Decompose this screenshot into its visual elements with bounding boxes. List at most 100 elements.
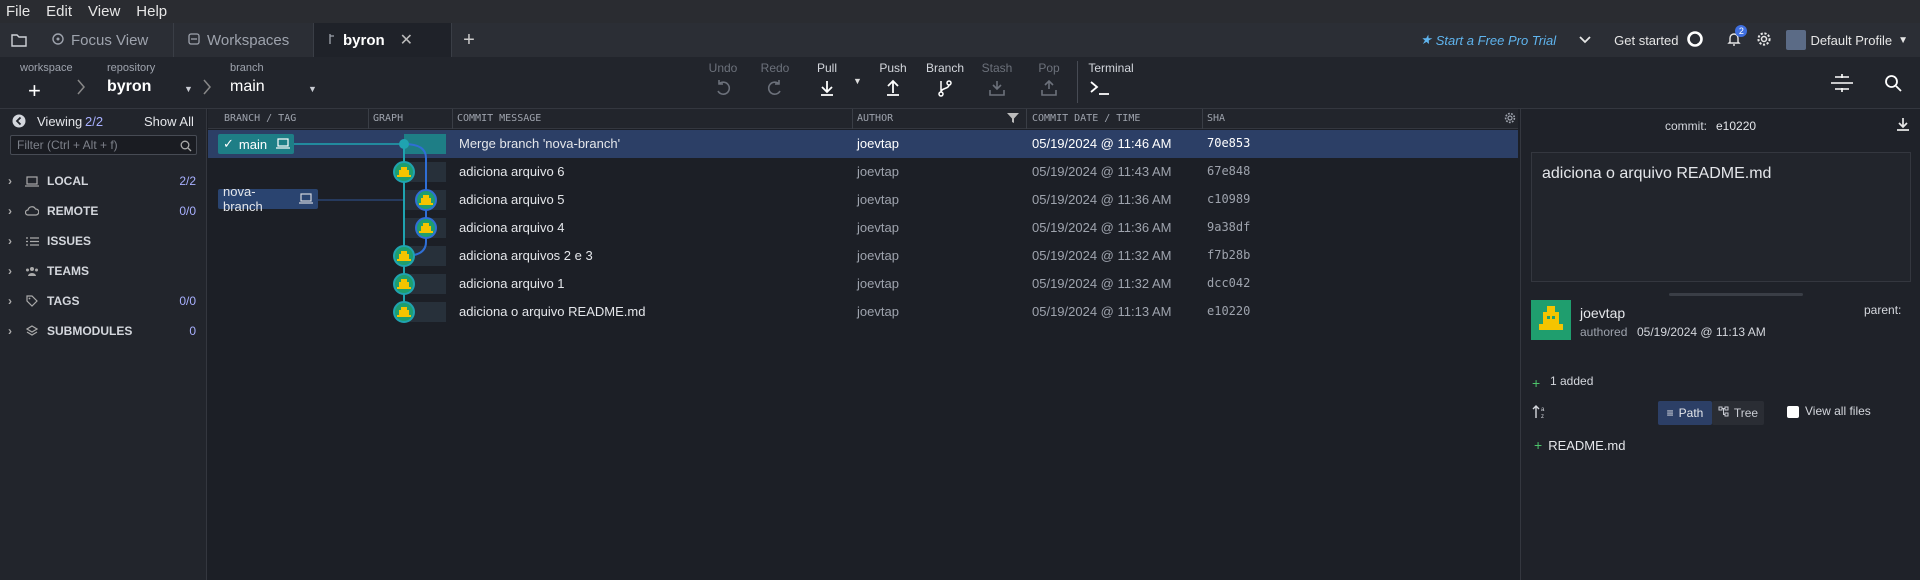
redo-button[interactable]: Redo [751,61,799,103]
sidebar-item-remote[interactable]: › REMOTE 0/0 [0,197,206,225]
tab-byron[interactable]: byron ✕ [314,23,452,57]
tab-label: Focus View [71,31,149,49]
column-author[interactable]: AUTHOR [857,113,893,124]
menu-bar: File Edit View Help [0,0,1920,23]
commit-date: 05/19/2024 @ 11:32 AM [1032,276,1172,291]
commit-author: joevtap [857,164,899,179]
commit-sha: dcc042 [1207,276,1251,290]
column-divider[interactable] [452,109,453,129]
pull-options-caret-icon[interactable]: ▼ [853,76,862,86]
branch-button[interactable]: Branch [921,61,969,103]
commit-message: adiciona arquivo 5 [459,192,565,207]
path-view-button[interactable]: ≡ Path [1658,401,1712,425]
sidebar-item-submodules[interactable]: › SUBMODULES 0 [0,317,206,345]
progress-ring-icon [1686,30,1704,51]
filter-input[interactable]: Filter (Ctrl + Alt + f) [10,135,197,155]
repository-selector[interactable]: byron [107,78,151,96]
commit-date: 05/19/2024 @ 11:46 AM [1032,136,1172,151]
column-divider[interactable] [368,109,369,129]
resize-handle[interactable] [1669,293,1803,296]
branch-label-main[interactable]: ✓ main [218,134,294,154]
close-icon[interactable]: ✕ [400,30,413,50]
download-arrow-icon [803,79,851,103]
branch-selector[interactable]: main [230,78,265,96]
sort-icon[interactable]: az [1532,404,1548,425]
column-commit-date[interactable]: COMMIT DATE / TIME [1032,113,1140,124]
commit-author: joevtap [857,220,899,235]
menu-view[interactable]: View [88,3,120,20]
tab-workspaces[interactable]: Workspaces [174,23,314,57]
sidebar-item-teams[interactable]: › TEAMS [0,257,206,285]
menu-file[interactable]: File [6,3,30,20]
commit-date: 05/19/2024 @ 11:36 AM [1032,192,1172,207]
menu-edit[interactable]: Edit [46,3,72,20]
search-icon[interactable] [1884,74,1902,97]
column-divider[interactable] [1202,109,1203,129]
column-divider[interactable] [852,109,853,129]
gear-icon[interactable] [1756,31,1772,50]
gear-icon[interactable] [1504,112,1516,127]
pop-button[interactable]: Pop [1025,61,1073,103]
branch-label: branch [230,62,264,74]
view-all-label[interactable]: View all files [1805,404,1871,418]
undo-icon [699,79,747,103]
list-icon: ≡ [1666,406,1674,420]
commit-graph-header: BRANCH / TAG GRAPH COMMIT MESSAGE AUTHOR… [208,109,1518,129]
path-label: Path [1678,406,1704,420]
sidebar-item-local[interactable]: › LOCAL 2/2 [0,167,206,195]
commit-sha: 67e848 [1207,164,1251,178]
stash-button[interactable]: Stash [973,61,1021,103]
redo-label: Redo [760,61,790,75]
sidebar-item-tags[interactable]: › TAGS 0/0 [0,287,206,315]
layout-toggle-icon[interactable] [1829,73,1855,98]
commit-message-box[interactable]: adiciona o arquivo README.md [1531,152,1911,282]
menu-help[interactable]: Help [136,3,167,20]
add-tab-icon[interactable]: + [452,23,486,57]
column-branch-tag[interactable]: BRANCH / TAG [224,113,296,124]
avatar[interactable] [1786,30,1807,50]
back-circle-icon[interactable] [12,114,26,133]
terminal-button[interactable]: Terminal [1081,61,1141,103]
column-graph[interactable]: GRAPH [373,113,403,124]
profile-label[interactable]: Default Profile [1810,33,1892,48]
get-started-button[interactable]: Get started [1614,33,1678,48]
tree-view-button[interactable]: Tree [1712,401,1764,425]
stash-icon [973,79,1021,103]
column-sha[interactable]: SHA [1207,113,1225,124]
folder-icon[interactable] [0,23,38,57]
push-button[interactable]: Push [869,61,917,103]
added-count: 1 added [1550,374,1594,388]
show-all-button[interactable]: Show All [144,114,194,129]
download-icon[interactable] [1896,117,1910,136]
column-commit-message[interactable]: COMMIT MESSAGE [457,113,541,124]
commit-label: commit: [1665,119,1707,133]
column-divider[interactable] [1026,109,1027,129]
commit-author: joevtap [857,248,899,263]
tab-focus-view[interactable]: Focus View [38,23,174,57]
repository-label: repository [107,62,156,74]
pro-trial-link[interactable]: ★ Start a Free Pro Trial [1420,32,1556,48]
sidebar-item-label: LOCAL [47,174,89,188]
chevron-down-icon[interactable] [1578,33,1592,48]
branch-name: nova-branch [223,184,263,214]
stash-label: Stash [981,61,1013,75]
filter-icon[interactable] [1007,112,1019,127]
add-workspace-icon[interactable]: + [28,78,41,104]
commit-message: adiciona arquivos 2 e 3 [459,248,593,263]
bell-icon[interactable]: 2 [1726,24,1748,50]
pull-button[interactable]: Pull [803,61,851,103]
focus-view-icon [52,32,64,49]
caret-down-icon[interactable]: ▼ [308,84,317,94]
caret-down-icon[interactable]: ▼ [1898,35,1908,46]
commit-date: 05/19/2024 @ 11:13 AM [1032,304,1172,319]
notification-badge: 2 [1735,24,1748,37]
view-all-checkbox[interactable] [1787,406,1799,418]
file-list-item[interactable]: + README.md [1531,433,1911,457]
undo-label: Undo [708,61,738,75]
toolbar: workspace + repository byron ▼ branch ma… [0,57,1920,109]
sidebar-item-issues[interactable]: › ISSUES [0,227,206,255]
merge-commit-node[interactable] [399,139,409,149]
viewing-label: Viewing [37,114,83,129]
undo-button[interactable]: Undo [699,61,747,103]
caret-down-icon[interactable]: ▼ [184,84,193,94]
